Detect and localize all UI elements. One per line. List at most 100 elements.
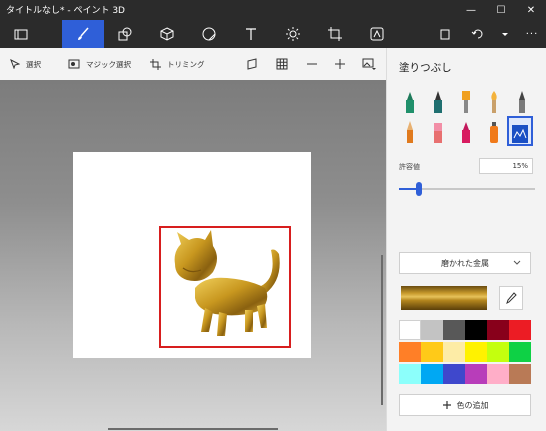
add-color-button[interactable]: 色の追加 <box>399 394 531 416</box>
pen-icon <box>519 91 525 113</box>
horizontal-scrollbar[interactable] <box>108 428 278 430</box>
color-swatch[interactable] <box>487 320 509 340</box>
color-swatch[interactable] <box>421 364 443 384</box>
plus-icon <box>335 59 345 69</box>
shapes3d-tool[interactable] <box>146 20 188 48</box>
minimize-button[interactable]: — <box>456 0 486 20</box>
pencil-icon <box>407 121 413 143</box>
color-swatch[interactable] <box>443 364 465 384</box>
tolerance-input[interactable]: 15% <box>479 158 533 174</box>
cursor-icon <box>10 59 20 69</box>
eraser-tool[interactable] <box>427 118 449 144</box>
crayon-brush[interactable] <box>455 118 477 144</box>
paste-icon <box>440 29 450 40</box>
color-swatch[interactable] <box>399 342 421 362</box>
tolerance-slider-thumb[interactable] <box>416 182 423 196</box>
calligraphy-brush[interactable] <box>427 88 449 114</box>
current-material-preview <box>401 286 487 310</box>
mixed-reality-icon <box>370 27 384 41</box>
watercolor-icon <box>491 91 497 113</box>
color-swatch[interactable] <box>509 364 531 384</box>
oil-brush-icon <box>462 91 470 113</box>
crop-button[interactable]: トリミング <box>150 56 205 72</box>
minus-icon <box>307 63 317 65</box>
view-3d-icon <box>247 58 257 70</box>
marker-brush[interactable] <box>399 88 421 114</box>
eyedropper-icon <box>506 292 517 304</box>
fill-bucket-icon <box>512 125 528 143</box>
select-label: 選択 <box>26 59 41 69</box>
spray-can-icon <box>490 122 498 143</box>
color-swatch[interactable] <box>399 364 421 384</box>
color-swatch[interactable] <box>487 364 509 384</box>
calligraphy-pen-icon <box>434 91 442 113</box>
brushes-tool[interactable] <box>62 20 104 48</box>
paste-button[interactable] <box>430 20 460 48</box>
cube-icon <box>160 27 174 41</box>
close-button[interactable]: ✕ <box>516 0 546 20</box>
chevron-down-icon <box>513 260 521 265</box>
menu-button[interactable] <box>0 20 42 48</box>
undo-icon <box>471 29 483 39</box>
undo-button[interactable] <box>462 20 492 48</box>
fill-tool[interactable] <box>507 116 533 146</box>
color-swatch[interactable] <box>421 320 443 340</box>
main-toolbar: ··· <box>0 20 546 48</box>
folder-icon <box>14 29 28 40</box>
mixed-reality-tool[interactable] <box>356 20 398 48</box>
magic-select-icon <box>68 59 80 69</box>
color-swatch[interactable] <box>487 342 509 362</box>
grid-button[interactable] <box>276 56 288 72</box>
material-dropdown[interactable]: 磨かれた金属 <box>399 252 531 274</box>
add-color-label: 色の追加 <box>456 400 489 410</box>
stickers-tool[interactable] <box>188 20 230 48</box>
select-button[interactable]: 選択 <box>10 56 41 72</box>
shapes2d-tool[interactable] <box>104 20 146 48</box>
oil-brush[interactable] <box>455 88 477 114</box>
selection-box[interactable] <box>159 226 291 348</box>
gold-cat-model[interactable] <box>161 228 289 346</box>
text-tool[interactable] <box>230 20 272 48</box>
magic-select-button[interactable]: マジック選択 <box>68 56 131 72</box>
spray-can[interactable] <box>483 118 505 144</box>
color-swatch[interactable] <box>443 342 465 362</box>
vertical-scrollbar[interactable] <box>381 255 383 405</box>
zoom-out-button[interactable] <box>306 56 318 72</box>
maximize-button[interactable]: ☐ <box>486 0 516 20</box>
watercolor-brush[interactable] <box>483 88 505 114</box>
chevron-down-icon <box>502 33 508 36</box>
pixel-pen[interactable] <box>511 88 533 114</box>
effects-icon <box>286 27 300 41</box>
effects-tool[interactable] <box>272 20 314 48</box>
pencil-brush[interactable] <box>399 118 421 144</box>
image-options-button[interactable] <box>362 56 376 72</box>
more-icon: ··· <box>525 28 539 40</box>
color-swatch[interactable] <box>399 320 421 340</box>
text-icon <box>246 28 256 40</box>
material-value: 磨かれた金属 <box>441 258 489 268</box>
color-swatch[interactable] <box>509 342 531 362</box>
panel-heading: 塗りつぶし <box>399 62 452 74</box>
color-swatch[interactable] <box>465 320 487 340</box>
color-swatch[interactable] <box>465 342 487 362</box>
color-swatch[interactable] <box>509 320 531 340</box>
shapes2d-icon <box>118 27 132 41</box>
drawing-canvas[interactable] <box>73 152 311 358</box>
view-3d-button[interactable] <box>246 56 258 72</box>
color-swatch[interactable] <box>465 364 487 384</box>
magic-select-label: マジック選択 <box>86 59 131 69</box>
brush-icon <box>78 27 89 40</box>
more-button[interactable]: ··· <box>518 20 546 48</box>
crayon-icon <box>462 122 470 143</box>
marker-icon <box>406 92 414 113</box>
history-button[interactable] <box>494 20 516 48</box>
image-icon <box>362 58 376 70</box>
eyedropper-button[interactable] <box>499 286 523 310</box>
canvas-tool[interactable] <box>314 20 356 48</box>
zoom-in-button[interactable] <box>334 56 346 72</box>
grid-icon <box>276 58 288 70</box>
color-swatch[interactable] <box>421 342 443 362</box>
canvas-workspace[interactable] <box>0 80 386 431</box>
sticker-icon <box>202 27 216 41</box>
color-swatch[interactable] <box>443 320 465 340</box>
